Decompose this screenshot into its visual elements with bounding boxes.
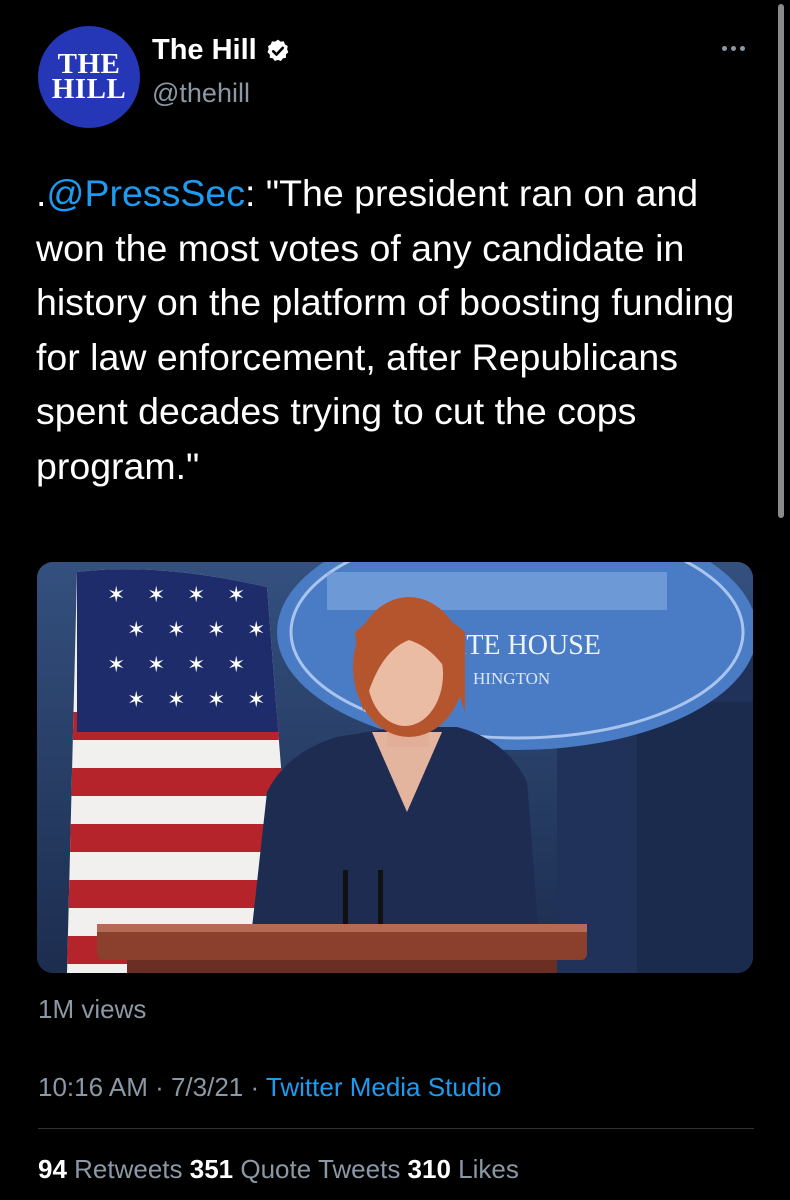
more-dot <box>722 46 727 51</box>
svg-text:✶: ✶ <box>187 653 205 678</box>
author-name-row: The Hill <box>152 34 291 67</box>
quote-tweets-count: 351 <box>189 1154 234 1184</box>
svg-text:✶: ✶ <box>147 653 165 678</box>
video-media[interactable]: ITE HOUSE HINGTON ✶ ✶ ✶ ✶ ✶ ✶ ✶ ✶ ✶ ✶ ✶ ✶ ✶ ✶ ✶ ✶ <box>37 562 753 973</box>
svg-text:✶: ✶ <box>247 688 265 713</box>
likes-stat[interactable]: 310 Likes <box>408 1154 519 1184</box>
svg-text:✶: ✶ <box>247 618 265 643</box>
svg-text:✶: ✶ <box>107 653 125 678</box>
scrollbar[interactable] <box>778 4 784 518</box>
meta-separator: · <box>147 1072 171 1102</box>
svg-text:✶: ✶ <box>127 688 145 713</box>
svg-text:✶: ✶ <box>187 583 205 608</box>
avatar[interactable]: THE HILL <box>38 26 140 128</box>
seal-text-top: ITE HOUSE <box>457 630 601 661</box>
svg-text:✶: ✶ <box>167 618 185 643</box>
svg-text:✶: ✶ <box>107 583 125 608</box>
verified-badge-icon <box>267 39 289 61</box>
retweets-count: 94 <box>38 1154 67 1184</box>
svg-text:✶: ✶ <box>207 688 225 713</box>
svg-text:✶: ✶ <box>227 653 245 678</box>
avatar-text-line2: HILL <box>51 73 127 105</box>
meta-separator: · <box>243 1072 266 1102</box>
quote-tweets-label: Quote Tweets <box>233 1154 408 1184</box>
svg-text:✶: ✶ <box>147 583 165 608</box>
likes-label: Likes <box>450 1154 519 1184</box>
author-name[interactable]: The Hill <box>152 34 257 67</box>
tweet-source-link[interactable]: Twitter Media Studio <box>266 1072 502 1102</box>
tweet-date: 7/3/21 <box>170 1072 244 1102</box>
tweet-prefix: . <box>36 172 47 214</box>
quote-tweets-stat[interactable]: 351 Quote Tweets <box>190 1154 408 1184</box>
tweet-text: .@PressSec: "The president ran on and wo… <box>36 166 766 493</box>
mention-link[interactable]: @PressSec <box>46 172 245 214</box>
more-options-icon[interactable] <box>722 46 745 51</box>
engagement-stats: 94 Retweets 351 Quote Tweets 310 Likes <box>38 1154 519 1185</box>
tweet-body: : "The president ran on and won the most… <box>36 172 735 487</box>
retweets-stat[interactable]: 94 Retweets <box>38 1154 190 1184</box>
tweet-time: 10:16 AM <box>38 1072 148 1102</box>
video-frame: ITE HOUSE HINGTON ✶ ✶ ✶ ✶ ✶ ✶ ✶ ✶ ✶ ✶ ✶ ✶ ✶ ✶ ✶ ✶ <box>37 562 753 973</box>
svg-text:✶: ✶ <box>127 618 145 643</box>
tweet-meta: 10:16 AM · 7/3/21 · Twitter Media Studio <box>38 1072 501 1103</box>
author-handle[interactable]: @thehill <box>152 78 250 109</box>
svg-text:✶: ✶ <box>167 688 185 713</box>
svg-text:✶: ✶ <box>207 618 225 643</box>
more-dot <box>731 46 736 51</box>
divider <box>38 1128 754 1129</box>
likes-count: 310 <box>407 1154 451 1184</box>
svg-text:✶: ✶ <box>227 583 245 608</box>
seal-text-bottom: HINGTON <box>473 669 550 688</box>
retweets-label: Retweets <box>66 1154 190 1184</box>
more-dot <box>740 46 745 51</box>
podium <box>97 924 587 973</box>
view-count: 1M views <box>38 994 147 1024</box>
